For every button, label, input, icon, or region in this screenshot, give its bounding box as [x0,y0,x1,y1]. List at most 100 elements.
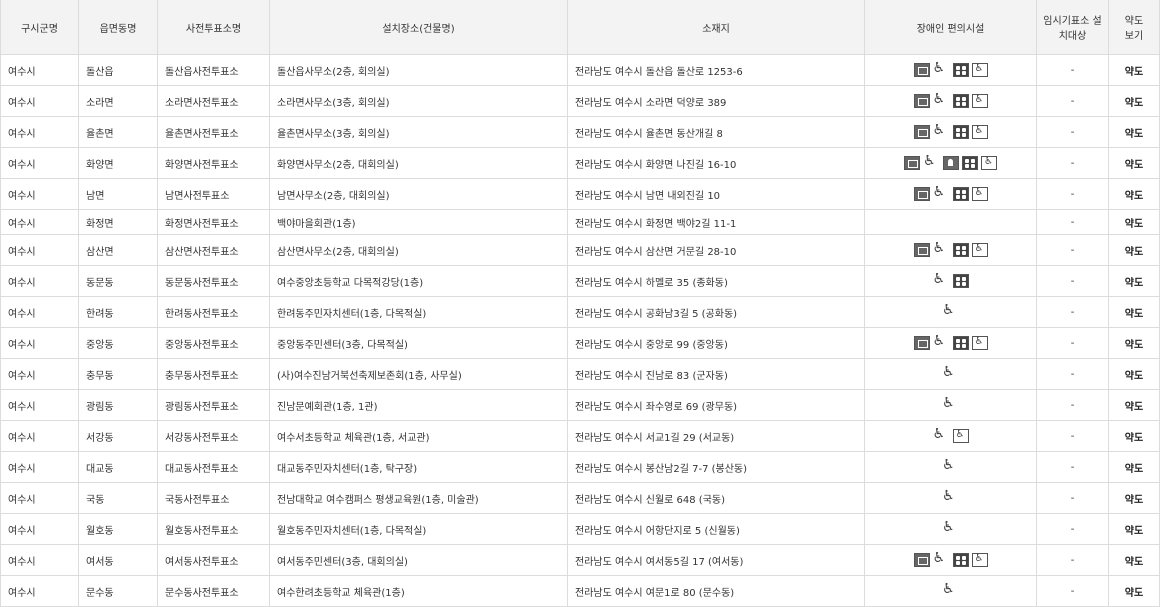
cell-facilities [864,178,1037,210]
braille-icon [952,94,969,108]
cell-dong: 국동 [78,482,158,514]
map-link[interactable]: 약도 [1108,575,1160,607]
cell-dong: 화양면 [78,147,158,179]
cell-facilities [864,209,1037,235]
wheelchair-box-icon [952,429,969,443]
cell-facilities [864,389,1037,421]
cell-sigungu: 여수시 [0,451,79,483]
map-link[interactable]: 약도 [1108,389,1160,421]
facility-icons [913,122,988,139]
cell-station: 국동사전투표소 [157,482,270,514]
braille-icon [952,243,969,257]
braille-icon [952,336,969,350]
cell-temp: - [1036,420,1109,452]
map-link[interactable]: 약도 [1108,147,1160,179]
cell-temp: - [1036,116,1109,148]
cell-sigungu: 여수시 [0,327,79,359]
cell-place: 소라면사무소(3층, 회의실) [269,85,568,117]
cell-station: 광림동사전투표소 [157,389,270,421]
table-row: 여수시 충무동 충무동사전투표소 (사)여수진남거북선축제보존회(1층, 사무실) 전라… [0,358,1160,390]
map-link[interactable]: 약도 [1108,513,1160,545]
header-sigungu: 구시군명 [0,0,79,55]
map-link[interactable]: 약도 [1108,54,1160,86]
header-temp: 임시기표소 설치대상 [1036,0,1109,55]
wheelchair-box-icon [971,336,988,350]
cell-dong: 월호동 [78,513,158,545]
elevator-icon [913,94,930,108]
facility-icons [932,271,969,288]
map-link[interactable]: 약도 [1108,234,1160,266]
table-row: 여수시 국동 국동사전투표소 전남대학교 여수캠퍼스 평생교육원(1층, 미술관) 전라… [0,482,1160,514]
cell-sigungu: 여수시 [0,85,79,117]
map-link[interactable]: 약도 [1108,296,1160,328]
cell-station: 한려동사전투표소 [157,296,270,328]
braille-icon [952,125,969,139]
wheelchair-icon [932,184,950,201]
cell-sigungu: 여수시 [0,575,79,607]
wheelchair-icon [932,240,950,257]
cell-address: 전라남도 여수시 하멜로 35 (종화동) [567,265,865,297]
cell-temp: - [1036,265,1109,297]
braille-icon [952,63,969,77]
map-link[interactable]: 약도 [1108,327,1160,359]
wheelchair-icon [942,581,959,598]
cell-sigungu: 여수시 [0,482,79,514]
facility-icons [913,333,988,350]
cell-station: 문수동사전투표소 [157,575,270,607]
cell-place: (사)여수진남거북선축제보존회(1층, 사무실) [269,358,568,390]
map-link[interactable]: 약도 [1108,451,1160,483]
map-link[interactable]: 약도 [1108,116,1160,148]
cell-dong: 소라면 [78,85,158,117]
cell-facilities [864,513,1037,545]
cell-place: 중앙동주민센터(3층, 다목적실) [269,327,568,359]
table-row: 여수시 월호동 월호동사전투표소 월호동주민자치센터(1층, 다목적실) 전라남도 여수… [0,513,1160,545]
cell-dong: 문수동 [78,575,158,607]
cell-station: 중앙동사전투표소 [157,327,270,359]
cell-sigungu: 여수시 [0,544,79,576]
elevator-icon [913,187,930,201]
facility-icons [913,91,988,108]
elevator-icon [904,156,920,170]
map-link[interactable]: 약도 [1108,420,1160,452]
cell-station: 율촌면사전투표소 [157,116,270,148]
wheelchair-icon [932,333,950,350]
table-row: 여수시 문수동 문수동사전투표소 여수한려초등학교 체육관(1층) 전라남도 여수시 여… [0,575,1160,607]
map-link[interactable]: 약도 [1108,178,1160,210]
header-address: 소재지 [567,0,865,55]
wheelchair-icon [932,271,950,288]
map-link[interactable]: 약도 [1108,358,1160,390]
wheelchair-icon [942,395,959,412]
map-link[interactable]: 약도 [1108,482,1160,514]
cell-place: 전남대학교 여수캠퍼스 평생교육원(1층, 미술관) [269,482,568,514]
table-row: 여수시 동문동 동문동사전투표소 여수중앙초등학교 다목적강당(1층) 전라남도 여수시… [0,265,1160,297]
header-facilities: 장애인 편의시설 [864,0,1037,55]
cell-sigungu: 여수시 [0,389,79,421]
header-station: 사전투표소명 [157,0,270,55]
map-link[interactable]: 약도 [1108,544,1160,576]
wheelchair-icon [932,426,950,443]
cell-facilities [864,234,1037,266]
table-row: 여수시 삼산면 삼산면사전투표소 삼산면사무소(2층, 대회의실) 전라남도 여수시 삼… [0,234,1160,266]
map-link[interactable]: 약도 [1108,209,1160,235]
wheelchair-icon [942,457,959,474]
table-row: 여수시 화정면 화정면사전투표소 백야마을회관(1층) 전라남도 여수시 화정면 백야2… [0,209,1160,235]
cell-sigungu: 여수시 [0,296,79,328]
elevator-icon [913,243,930,257]
elevator-icon [913,63,930,77]
facility-icons [913,60,988,77]
facility-icons [913,550,988,567]
cell-address: 전라남도 여수시 어항단지로 5 (신월동) [567,513,865,545]
cell-station: 동문동사전투표소 [157,265,270,297]
cell-sigungu: 여수시 [0,178,79,210]
cell-dong: 동문동 [78,265,158,297]
map-link[interactable]: 약도 [1108,265,1160,297]
cell-place: 화양면사무소(2층, 대회의실) [269,147,568,179]
braille-icon [952,187,969,201]
cell-sigungu: 여수시 [0,116,79,148]
cell-dong: 서강동 [78,420,158,452]
map-link[interactable]: 약도 [1108,85,1160,117]
cell-station: 서강동사전투표소 [157,420,270,452]
wheelchair-icon [932,122,950,139]
cell-address: 전라남도 여수시 남면 내외진길 10 [567,178,865,210]
cell-address: 전라남도 여수시 여문1로 80 (문수동) [567,575,865,607]
